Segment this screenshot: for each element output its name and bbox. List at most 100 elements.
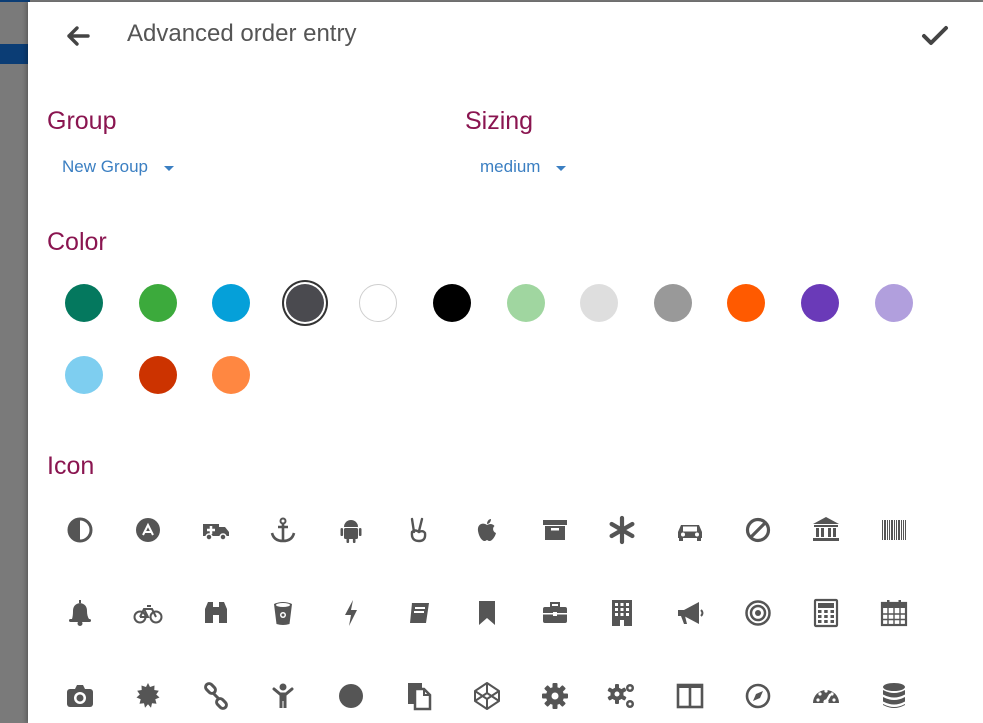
- bookmark-icon: [478, 601, 495, 625]
- icon-option[interactable]: [399, 510, 439, 550]
- color-swatch[interactable]: [506, 284, 545, 322]
- icon-option[interactable]: [331, 510, 371, 550]
- building-icon: [612, 600, 633, 626]
- sizing-dropdown[interactable]: medium: [480, 156, 567, 178]
- order-entry-panel: Advanced order entry Group New Group Siz…: [28, 2, 983, 723]
- color-swatch[interactable]: [801, 284, 839, 322]
- icon-option[interactable]: [467, 593, 507, 633]
- color-label: Color: [47, 228, 107, 256]
- icon-option[interactable]: [263, 593, 303, 633]
- icon-option[interactable]: [738, 676, 778, 716]
- icon-option[interactable]: [602, 676, 642, 716]
- confirm-button[interactable]: [919, 20, 951, 52]
- color-swatch[interactable]: [874, 284, 913, 322]
- icon-option[interactable]: [874, 676, 914, 716]
- icon-option[interactable]: [874, 593, 914, 633]
- circle-icon: [339, 684, 364, 708]
- icon-option[interactable]: [535, 676, 575, 716]
- icon-option[interactable]: [738, 510, 778, 550]
- cog-icon: [541, 683, 568, 709]
- icon-option[interactable]: [60, 676, 100, 716]
- color-swatch[interactable]: [580, 284, 619, 322]
- panel-header: Advanced order entry: [28, 2, 983, 64]
- icon-option[interactable]: [399, 676, 439, 716]
- icon-option[interactable]: [670, 510, 710, 550]
- icon-option[interactable]: [602, 593, 642, 633]
- color-swatch[interactable]: [433, 284, 471, 322]
- calendar-icon: [880, 600, 907, 627]
- icon-option[interactable]: [738, 593, 778, 633]
- bitbucket-icon: [274, 602, 293, 625]
- icon-option[interactable]: [467, 676, 507, 716]
- book-icon: [408, 602, 429, 624]
- icon-option[interactable]: [467, 510, 507, 550]
- group-label: Group: [47, 107, 117, 135]
- columns-icon: [676, 683, 704, 709]
- bicycle-icon: [133, 605, 163, 624]
- icon-option[interactable]: [670, 593, 710, 633]
- clone-icon: [408, 683, 432, 711]
- icon-option[interactable]: [806, 593, 846, 633]
- background-strip-top: [0, 0, 30, 2]
- bullseye-icon: [745, 600, 771, 626]
- binoculars-icon: [204, 602, 227, 623]
- group-dropdown[interactable]: New Group: [62, 156, 174, 178]
- icon-option[interactable]: [874, 510, 914, 550]
- icon-option[interactable]: [399, 593, 439, 633]
- icon-label: Icon: [47, 452, 95, 480]
- ban-icon: [745, 517, 771, 543]
- icon-option[interactable]: [196, 510, 236, 550]
- codepen-icon: [473, 682, 500, 710]
- color-swatch[interactable]: [65, 284, 103, 322]
- icon-option[interactable]: [128, 676, 168, 716]
- dashboard-icon: [812, 689, 839, 705]
- icon-option[interactable]: [60, 593, 100, 633]
- back-button[interactable]: [62, 20, 94, 52]
- bank-icon: [812, 517, 839, 541]
- color-swatch[interactable]: [212, 356, 251, 394]
- ambulance-icon: [202, 524, 229, 541]
- chain-icon: [203, 682, 228, 710]
- bullhorn-icon: [678, 602, 704, 624]
- color-swatch[interactable]: [285, 284, 324, 322]
- calculator-icon: [813, 598, 838, 628]
- bolt-icon: [345, 600, 358, 626]
- certificate-icon: [136, 683, 160, 708]
- sizing-dropdown-value: medium: [480, 157, 541, 176]
- icon-option[interactable]: [128, 593, 168, 633]
- cogs-icon: [608, 684, 635, 708]
- database-icon: [882, 683, 905, 708]
- color-swatch[interactable]: [138, 356, 177, 394]
- android-icon: [340, 520, 362, 543]
- icon-option[interactable]: [806, 510, 846, 550]
- color-swatch[interactable]: [653, 284, 692, 322]
- icon-option[interactable]: [128, 510, 168, 550]
- icon-option[interactable]: [535, 510, 575, 550]
- icon-option[interactable]: [263, 510, 303, 550]
- icon-option[interactable]: [602, 510, 642, 550]
- icon-option[interactable]: [60, 510, 100, 550]
- color-swatch[interactable]: [727, 284, 766, 322]
- bell-icon: [69, 600, 91, 626]
- color-swatch[interactable]: [212, 284, 251, 322]
- caret-down-icon: [163, 165, 174, 171]
- background-strip: [0, 44, 30, 64]
- adjust-icon: [67, 517, 93, 543]
- icon-option[interactable]: [196, 593, 236, 633]
- color-swatch[interactable]: [359, 284, 398, 322]
- archive-icon: [542, 520, 567, 540]
- icon-option[interactable]: [670, 676, 710, 716]
- icon-option[interactable]: [806, 676, 846, 716]
- briefcase-icon: [542, 602, 567, 623]
- camera-icon: [67, 685, 93, 707]
- sizing-label: Sizing: [465, 107, 534, 135]
- icon-option[interactable]: [263, 676, 303, 716]
- icon-option[interactable]: [535, 593, 575, 633]
- icon-option[interactable]: [196, 676, 236, 716]
- icon-option[interactable]: [331, 676, 371, 716]
- color-swatch[interactable]: [138, 284, 177, 322]
- icon-option[interactable]: [331, 593, 371, 633]
- color-swatch[interactable]: [65, 356, 103, 394]
- anchor-icon: [271, 517, 296, 543]
- angellist-icon: [135, 518, 160, 542]
